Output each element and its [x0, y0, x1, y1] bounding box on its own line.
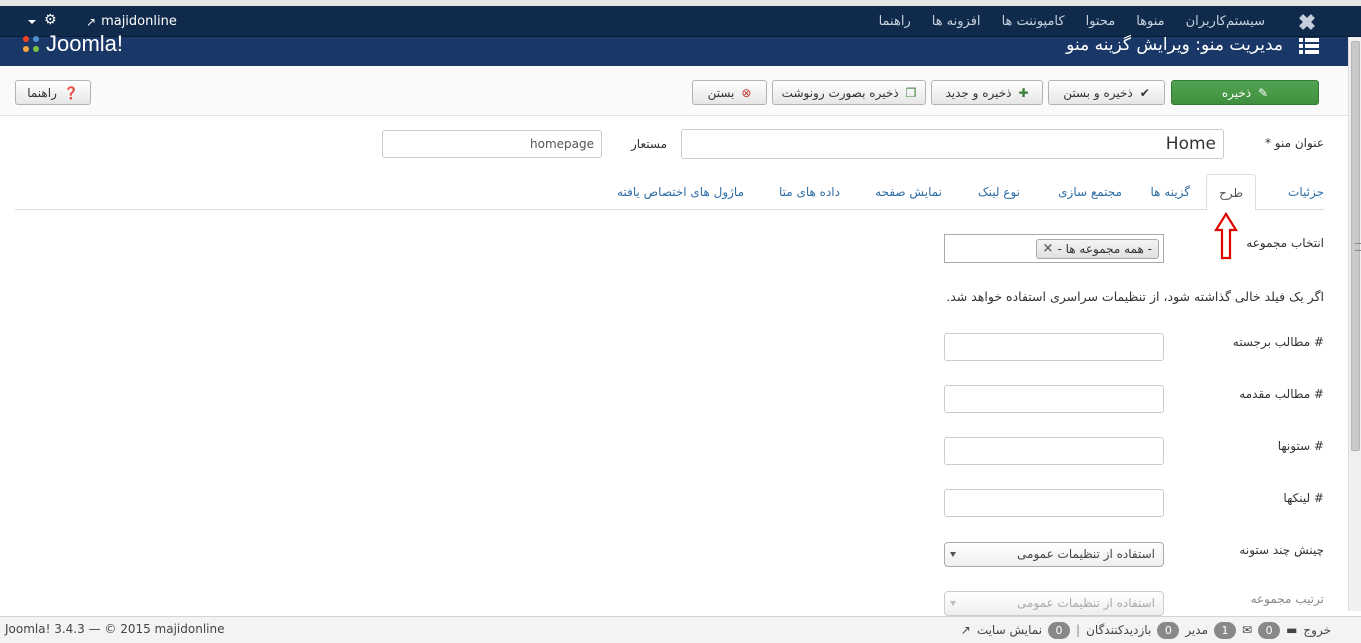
menu-menus[interactable]: منوها [1136, 14, 1164, 29]
minus-icon: ▬ [1286, 623, 1298, 637]
category-order-label: ترتیب مجموعه [1250, 592, 1324, 606]
joomla-logo-icon[interactable] [1297, 12, 1317, 32]
category-tag: - همه مجموعه ها - × [1036, 239, 1159, 259]
plus-icon: ✚ [1018, 85, 1029, 100]
joomla-brand: Joomla! [20, 31, 123, 57]
menu-content[interactable]: محتوا [1086, 14, 1116, 29]
close-button[interactable]: ⊗ بستن [692, 80, 767, 105]
tab-page-display[interactable]: نمایش صفحه [875, 174, 942, 210]
help-button[interactable]: ❓ راهنما [15, 80, 91, 105]
info-text: اگر یک فیلد خالی گذاشته شود، از تنظیمات … [946, 289, 1324, 304]
status-bar: ↗ نمایش سایت 0 | بازدیدکنندگان 0 مدیر 1 … [960, 621, 1331, 639]
joomla-brand-icon [23, 36, 39, 52]
annotation-arrow-icon [1214, 212, 1238, 260]
visitors-badge: 0 [1157, 621, 1180, 639]
save-copy-button[interactable]: ❐ ذخیره بصورت رونوشت [772, 80, 926, 105]
admin-badge: 1 [1214, 621, 1236, 639]
tab-details[interactable]: جزئیات [1288, 174, 1324, 210]
site-name: majidonline [101, 14, 177, 29]
save-close-button[interactable]: ✔ ذخیره و بستن [1048, 80, 1165, 105]
status-footer: Joomla! 3.4.3 — © 2015 majidonline ↗ نما… [0, 616, 1361, 643]
external-link-icon: ↗ [960, 623, 971, 637]
external-link-icon: ↗ [86, 14, 97, 29]
alias-input[interactable]: homepage [382, 130, 602, 158]
menu-users[interactable]: کاربران [1186, 14, 1226, 29]
logout-link[interactable]: خروج [1303, 623, 1331, 637]
tab-integration[interactable]: مجتمع سازی [1058, 174, 1122, 210]
page-title: مدیریت منو: ویرایش گزینه منو [1066, 35, 1283, 55]
menu-extensions[interactable]: افزونه ها [932, 14, 981, 29]
edit-icon: ✎ [1258, 85, 1269, 100]
site-link[interactable]: ↗ majidonline [86, 14, 177, 29]
toolbar: ✎ ذخیره ✔ ذخیره و بستن ✚ ذخیره و جدید ❐ … [0, 66, 1348, 116]
chevron-down-icon [950, 552, 956, 557]
visitors-label: بازدیدکنندگان [1086, 623, 1152, 637]
vertical-scrollbar[interactable] [1348, 37, 1361, 611]
list-icon [1299, 38, 1319, 54]
tab-options[interactable]: گزینه ها [1150, 174, 1190, 210]
save-button[interactable]: ✎ ذخیره [1171, 80, 1319, 105]
page-header: Joomla! مدیریت منو: ویرایش گزینه منو [0, 31, 1361, 66]
chevron-down-icon[interactable] [28, 20, 36, 24]
menu-system[interactable]: سیستم [1226, 14, 1265, 29]
alias-label: مستعار [631, 137, 667, 151]
remove-tag-icon[interactable]: × [1042, 240, 1053, 258]
question-icon: ❓ [63, 85, 79, 100]
columns-label: # ستونها [1277, 439, 1324, 453]
category-order-select[interactable]: استفاده از تنظیمات عمومی [944, 591, 1164, 616]
top-navbar: سیستم کاربران منوها محتوا کامپوننت ها اف… [0, 6, 1361, 37]
category-multiselect[interactable]: - همه مجموعه ها - × [944, 234, 1164, 263]
admin-label: مدیر [1185, 623, 1208, 637]
copyright-text: Joomla! 3.4.3 — © 2015 majidonline [5, 622, 225, 636]
title-label: عنوان منو * [1264, 136, 1324, 150]
tab-metadata[interactable]: داده های متا [779, 174, 840, 210]
envelope-icon[interactable]: ✉ [1242, 624, 1252, 636]
featured-articles-input[interactable] [944, 333, 1164, 361]
tab-bar: جزئیات طرح گزینه ها مجتمع سازی نوع لینک … [15, 174, 1324, 211]
save-new-button[interactable]: ✚ ذخیره و جدید [931, 80, 1043, 105]
brand-text: Joomla! [46, 31, 124, 56]
intro-articles-label: # مطالب مقدمه [1239, 387, 1324, 401]
menu-components[interactable]: کامپوننت ها [1002, 14, 1065, 29]
menu-help[interactable]: راهنما [879, 14, 911, 29]
copy-icon: ❐ [905, 85, 917, 100]
links-input[interactable] [944, 489, 1164, 517]
multi-column-select[interactable]: استفاده از تنظیمات عمومی [944, 542, 1164, 567]
gear-icon[interactable]: ⚙ [44, 12, 57, 28]
tab-module-assignment[interactable]: ماژول های اختصاص یافته [617, 174, 744, 210]
view-site-badge: 0 [1048, 621, 1071, 639]
intro-articles-input[interactable] [944, 385, 1164, 413]
columns-input[interactable] [944, 437, 1164, 465]
title-input[interactable]: Home [681, 129, 1224, 159]
multi-column-label: چینش چند ستونه [1239, 543, 1324, 557]
main-menu: سیستم کاربران منوها محتوا کامپوننت ها اف… [858, 6, 1265, 37]
featured-articles-label: # مطالب برجسته [1232, 335, 1324, 349]
category-label: انتخاب مجموعه [1246, 236, 1324, 250]
scrollbar-thumb[interactable] [1351, 41, 1361, 451]
messages-badge: 0 [1258, 621, 1281, 639]
tab-link-type[interactable]: نوع لینک [978, 174, 1020, 210]
links-label: # لینکها [1283, 491, 1324, 505]
chevron-down-icon [950, 601, 956, 606]
tab-layout[interactable]: طرح [1206, 174, 1256, 211]
view-site-link[interactable]: نمایش سایت [977, 623, 1042, 637]
check-icon: ✔ [1139, 85, 1150, 100]
cancel-icon: ⊗ [741, 85, 752, 100]
